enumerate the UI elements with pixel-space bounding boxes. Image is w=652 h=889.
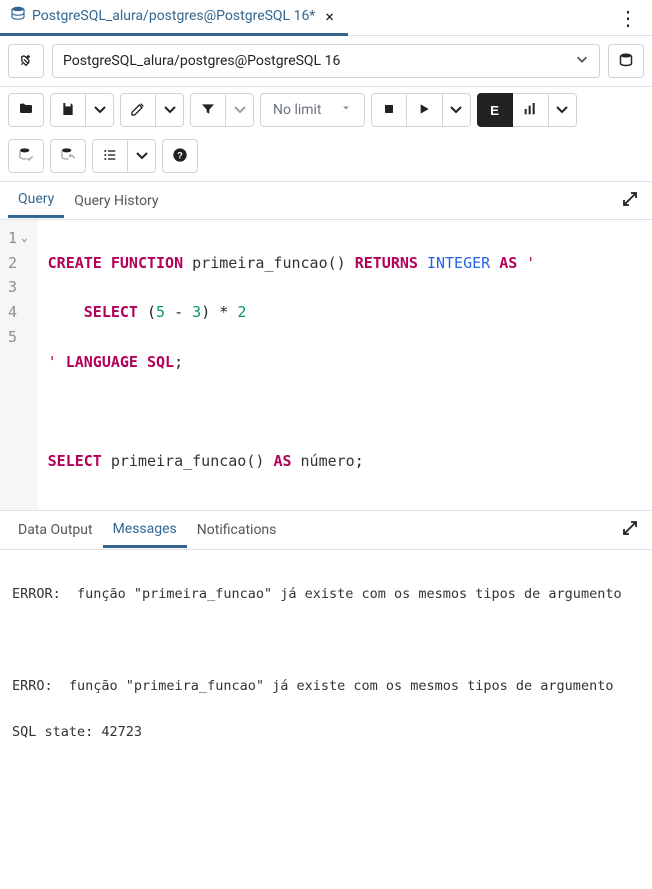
edit-group (120, 93, 184, 127)
explain-group: E (477, 93, 577, 127)
chevron-down-icon (448, 101, 464, 120)
chevron-down-icon (92, 101, 108, 120)
connection-label: PostgreSQL_alura/postgres@PostgreSQL 16 (63, 53, 340, 69)
stop-button[interactable] (371, 93, 407, 127)
code-area[interactable]: CREATE FUNCTION primeira_funcao() RETURN… (38, 220, 546, 510)
toolbar-row-2: ? (0, 133, 652, 182)
edit-button[interactable] (120, 93, 156, 127)
database-icon (10, 6, 26, 26)
save-group (50, 93, 114, 127)
error-line-1: ERROR: função "primeira_funcao" já exist… (12, 583, 640, 606)
plug-icon (18, 52, 34, 71)
db-check-icon (18, 147, 34, 166)
save-dropdown-button[interactable] (86, 93, 114, 127)
expand-output-button[interactable] (616, 514, 644, 546)
sql-editor[interactable]: 1⌄ 2⌄ 3⌄ 4⌄ 5⌄ CREATE FUNCTION primeira_… (0, 220, 652, 510)
filter-dropdown-button[interactable] (226, 93, 254, 127)
database-icon (618, 52, 634, 71)
tab-query-history[interactable]: Query History (64, 185, 168, 217)
messages-panel: ERROR: função "primeira_funcao" já exist… (0, 550, 652, 776)
rollback-button[interactable] (50, 139, 86, 173)
help-button[interactable]: ? (162, 139, 198, 173)
tab-title: PostgreSQL_alura/postgres@PostgreSQL 16* (32, 8, 315, 24)
execute-group (371, 93, 471, 127)
filter-button[interactable] (190, 93, 226, 127)
chevron-down-icon (575, 52, 589, 70)
run-dropdown-button[interactable] (443, 93, 471, 127)
chevron-down-icon (162, 101, 178, 120)
fold-icon[interactable]: ⌄ (21, 229, 28, 247)
analyze-button[interactable] (513, 93, 549, 127)
tab-menu-button[interactable]: ⋮ (604, 6, 652, 30)
chart-icon (522, 101, 538, 120)
svg-text:?: ? (177, 150, 183, 160)
chevron-down-icon (554, 101, 570, 120)
explain-button[interactable]: E (477, 93, 513, 127)
play-icon (416, 101, 432, 120)
save-button[interactable] (50, 93, 86, 127)
limit-label: No limit (273, 102, 322, 118)
close-tab-button[interactable]: × (321, 7, 338, 26)
new-connection-button[interactable] (608, 44, 644, 78)
pencil-icon (130, 101, 146, 120)
help-icon: ? (172, 147, 188, 166)
explain-label: E (490, 103, 499, 118)
tab-messages[interactable]: Messages (103, 513, 187, 548)
expand-icon (622, 195, 638, 211)
sql-state-line: SQL state: 42723 (12, 721, 640, 744)
save-icon (60, 101, 76, 120)
expand-editor-button[interactable] (616, 185, 644, 217)
db-undo-icon (60, 147, 76, 166)
connection-tab[interactable]: PostgreSQL_alura/postgres@PostgreSQL 16*… (0, 0, 348, 36)
macros-dropdown-button[interactable] (128, 139, 156, 173)
filter-group (190, 93, 254, 127)
list-icon (102, 147, 118, 166)
commit-button[interactable] (8, 139, 44, 173)
edit-dropdown-button[interactable] (156, 93, 184, 127)
connection-row: PostgreSQL_alura/postgres@PostgreSQL 16 (0, 36, 652, 87)
chevron-down-icon (134, 147, 150, 166)
limit-select[interactable]: No limit (260, 93, 365, 127)
connection-status-button[interactable] (8, 44, 44, 78)
folder-icon (18, 101, 34, 120)
stop-icon (381, 101, 397, 120)
macros-group (92, 139, 156, 173)
open-file-button[interactable] (8, 93, 44, 127)
caret-down-icon (340, 102, 352, 118)
error-line-2: ERRO: função "primeira_funcao" já existe… (12, 675, 640, 698)
chevron-down-icon (232, 101, 248, 120)
line-gutter: 1⌄ 2⌄ 3⌄ 4⌄ 5⌄ (0, 220, 38, 510)
expand-icon (622, 524, 638, 540)
tab-data-output[interactable]: Data Output (8, 514, 103, 546)
query-tab-bar: Query Query History (0, 182, 652, 220)
run-button[interactable] (407, 93, 443, 127)
tab-query[interactable]: Query (8, 183, 64, 218)
filter-icon (200, 101, 216, 120)
explain-dropdown-button[interactable] (549, 93, 577, 127)
macros-button[interactable] (92, 139, 128, 173)
tab-bar: PostgreSQL_alura/postgres@PostgreSQL 16*… (0, 0, 652, 36)
connection-select[interactable]: PostgreSQL_alura/postgres@PostgreSQL 16 (52, 44, 600, 78)
tab-notifications[interactable]: Notifications (187, 514, 287, 546)
toolbar-row-1: No limit E (0, 87, 652, 133)
